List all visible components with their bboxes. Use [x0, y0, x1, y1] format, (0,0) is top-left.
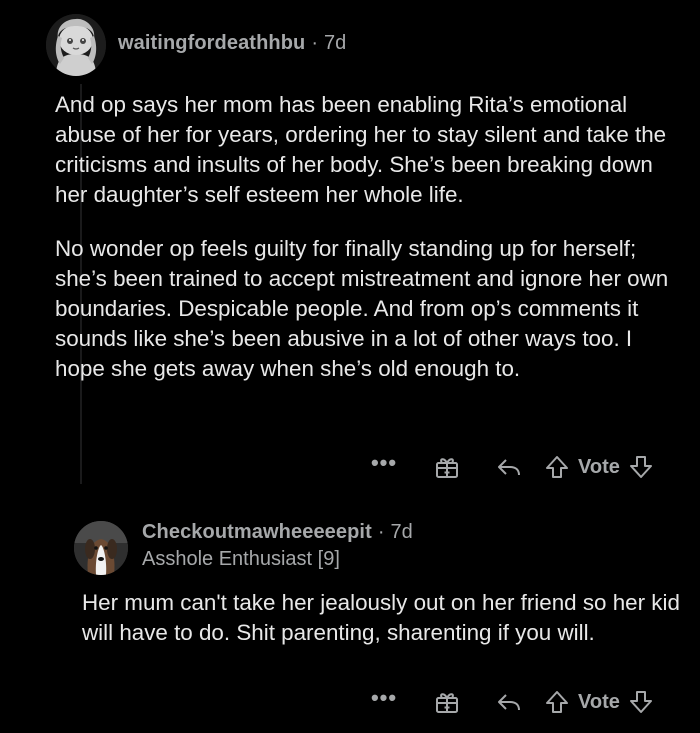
reply-arrow-icon[interactable]: [494, 687, 524, 717]
comment-body: And op says her mom has been enabling Ri…: [55, 90, 675, 408]
comment-paragraph: No wonder op feels guilty for finally st…: [55, 236, 669, 381]
comment-actions: ••• Vote: [364, 450, 656, 482]
gift-icon[interactable]: [432, 687, 462, 717]
comment-age: 7d: [324, 31, 347, 54]
username[interactable]: Checkoutmawheeeeepit: [142, 521, 372, 544]
more-options-button[interactable]: •••: [364, 450, 404, 476]
downvote-arrow-icon[interactable]: [626, 687, 656, 717]
comment-meta: waitingfordeathhbu · 7d: [118, 32, 346, 55]
comment-paragraph: Her mum can't take her jealously out on …: [82, 590, 680, 645]
username[interactable]: waitingfordeathhbu: [118, 32, 305, 55]
separator-dot: ·: [311, 31, 319, 54]
gift-icon[interactable]: [432, 452, 462, 482]
upvote-arrow-icon[interactable]: [542, 452, 572, 482]
vote-label: Vote: [578, 455, 620, 478]
snoo-avatar-icon[interactable]: [46, 14, 106, 76]
vote-label: Vote: [578, 690, 620, 713]
comment-paragraph: And op says her mom has been enabling Ri…: [55, 92, 667, 207]
comment-age: 7d: [390, 521, 413, 543]
comment-header: Checkoutmawheeeeepit · 7d Asshole Enthus…: [74, 521, 413, 575]
upvote-arrow-icon[interactable]: [542, 687, 572, 717]
comment-header: waitingfordeathhbu · 7d: [46, 14, 346, 76]
comment-actions: ••• Vote: [364, 685, 656, 717]
comment-meta: Checkoutmawheeeeepit · 7d Asshole Enthus…: [142, 521, 413, 571]
separator-dot: ·: [377, 521, 385, 543]
dog-avatar-icon[interactable]: [74, 521, 128, 575]
more-options-button[interactable]: •••: [364, 685, 404, 711]
downvote-arrow-icon[interactable]: [626, 452, 656, 482]
reply-arrow-icon[interactable]: [494, 452, 524, 482]
user-flair: Asshole Enthusiast [9]: [142, 548, 340, 570]
comment-body: Her mum can't take her jealously out on …: [82, 588, 682, 672]
